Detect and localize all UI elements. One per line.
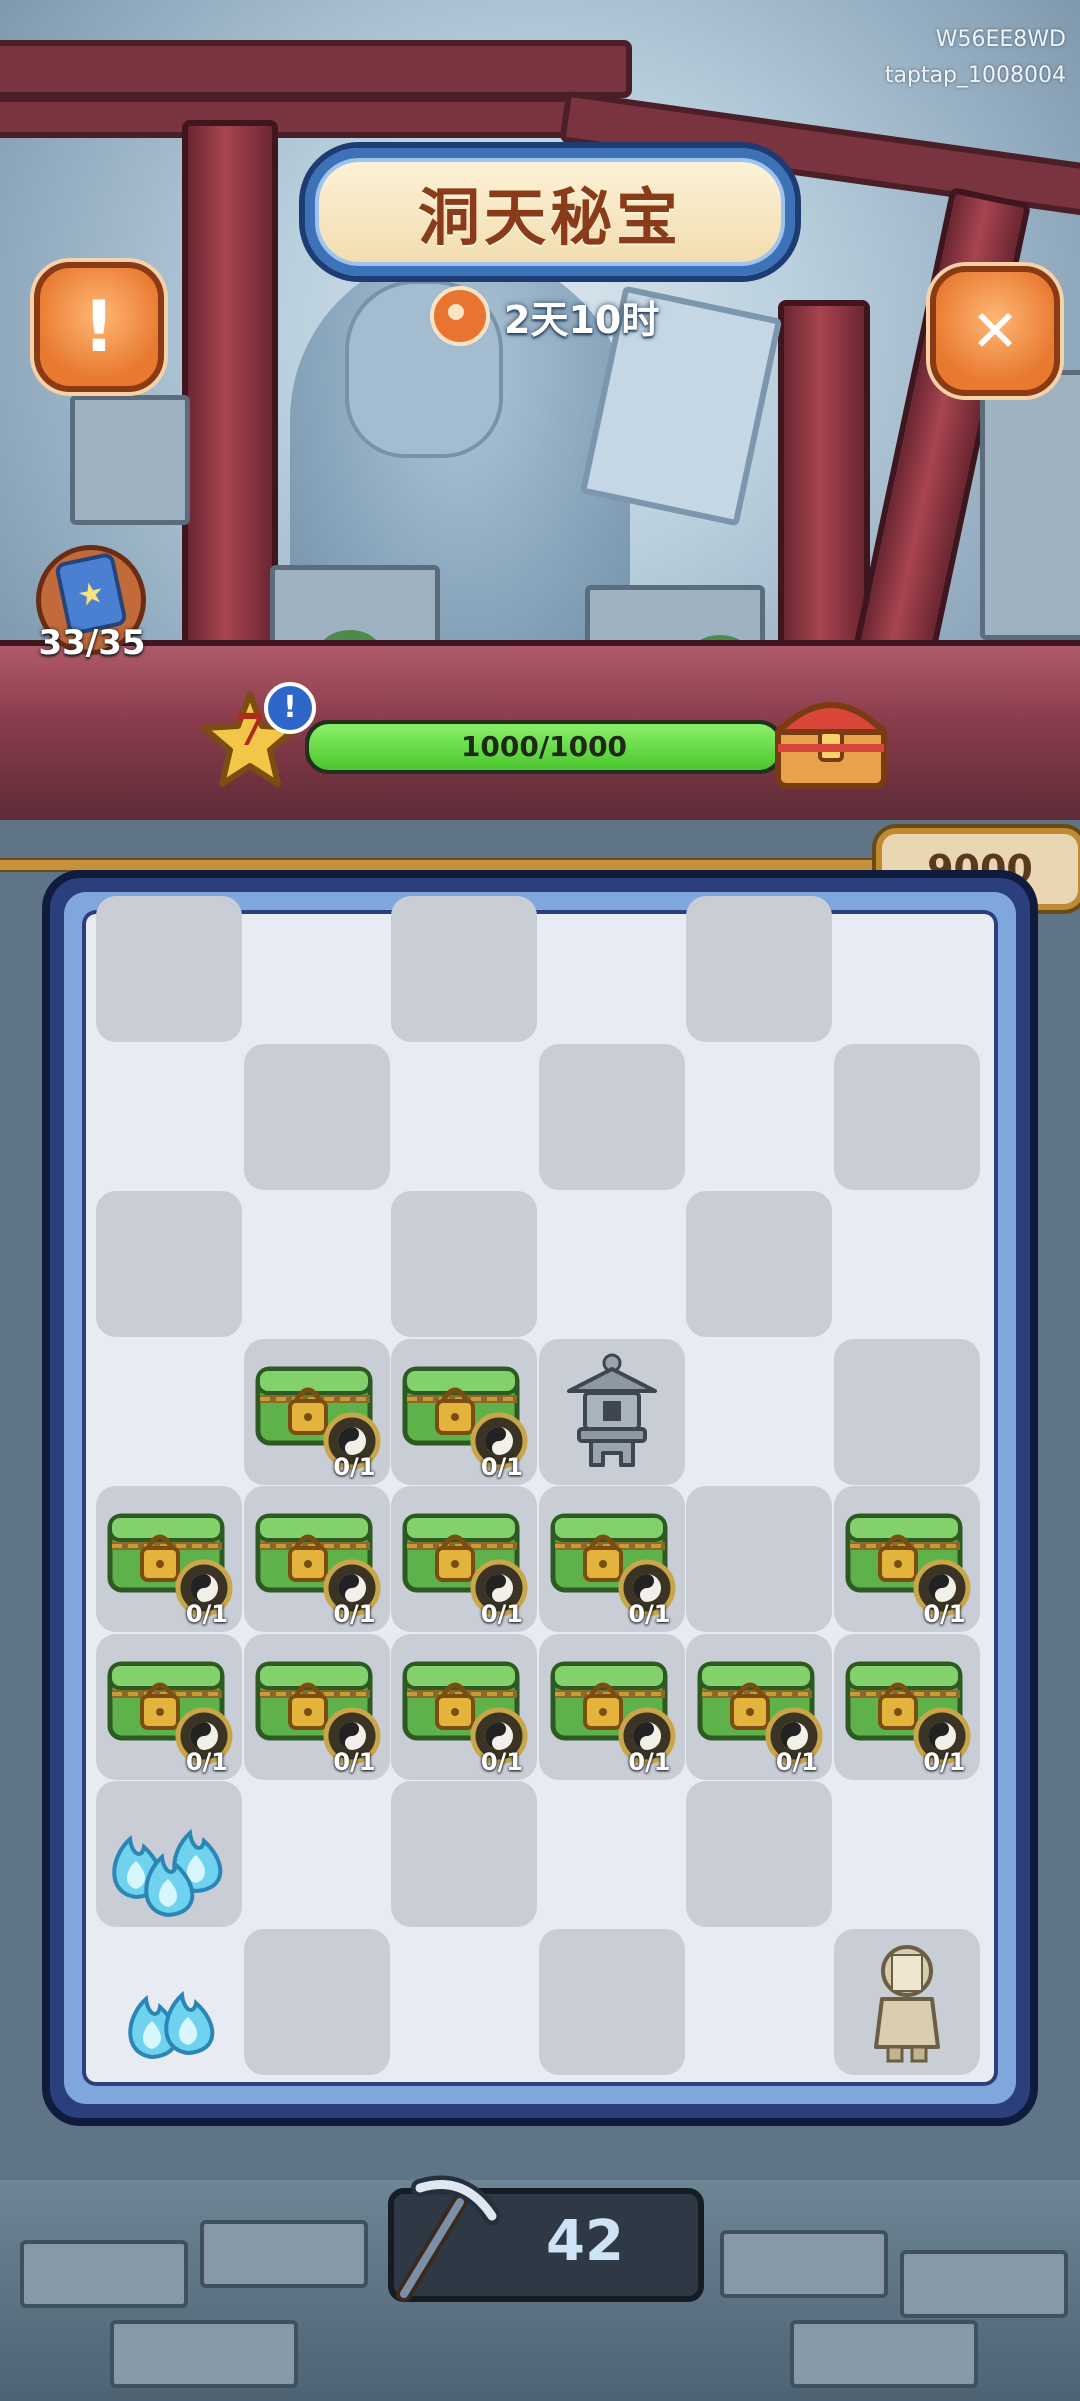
chest-counter: 0/1 — [333, 1747, 376, 1776]
chest-counter: 0/1 — [333, 1600, 376, 1628]
chest-counter: 0/1 — [185, 1600, 228, 1628]
board-cell-covered[interactable] — [96, 896, 242, 1042]
board-cell-locked-chest[interactable]: 0/1 — [243, 1633, 390, 1780]
board-cell-covered[interactable] — [686, 896, 832, 1042]
board-cell-covered[interactable] — [538, 1928, 685, 2075]
stone-figure-icon — [873, 1944, 940, 2062]
chest-counter: 0/1 — [480, 1452, 523, 1481]
shrine-beam — [0, 40, 632, 98]
close-icon: ✕ — [970, 297, 1020, 365]
stone-lantern-icon — [566, 1353, 657, 1467]
board-cell-empty[interactable] — [244, 1191, 390, 1337]
chest-counter: 0/1 — [628, 1600, 671, 1628]
board-cell-empty[interactable] — [539, 896, 685, 1042]
board-cell-covered[interactable] — [243, 1043, 390, 1190]
board-cell-empty[interactable] — [391, 1929, 537, 2075]
board-cell-locked-chest[interactable]: 0/1 — [833, 1486, 980, 1632]
board-cell-empty[interactable] — [391, 1044, 537, 1190]
board-cell-covered[interactable] — [391, 896, 537, 1042]
treasure-chest-icon[interactable] — [768, 682, 894, 794]
board-cell-empty[interactable] — [686, 1044, 832, 1190]
board-cell-locked-chest[interactable]: 0/1 — [538, 1486, 685, 1632]
board-cell-covered[interactable] — [686, 1781, 832, 1927]
wall-brick — [790, 2320, 978, 2388]
progress-bar: 1000/1000 — [305, 720, 783, 774]
progress-label: 1000/1000 — [460, 730, 628, 763]
blue-flames-icon — [128, 1990, 215, 2059]
board-cell-locked-chest[interactable]: 0/1 — [833, 1633, 980, 1780]
wall-brick — [20, 2240, 188, 2308]
board-cell-empty[interactable] — [96, 1339, 242, 1485]
board-cell-locked-chest[interactable]: 0/1 — [686, 1633, 832, 1780]
wall-brick — [110, 2320, 298, 2388]
close-button[interactable]: ✕ — [930, 266, 1060, 396]
board-cell-covered[interactable] — [686, 1486, 832, 1632]
pickaxe-icon — [396, 2175, 500, 2302]
title-banner: 洞天秘宝 — [305, 148, 795, 276]
board-cell-covered[interactable] — [833, 1338, 980, 1485]
watermark-line-1: W56EE8WD — [935, 27, 1066, 52]
chest-counter: 0/1 — [333, 1452, 376, 1481]
watermark-line-2: taptap_1008004 — [884, 63, 1066, 88]
board-cell-empty[interactable] — [834, 1781, 980, 1927]
watermark: W56EE8WD taptap_1008004 — [885, 22, 1066, 94]
board-cell-locked-chest[interactable]: 0/1 — [538, 1633, 685, 1780]
board-cell-covered[interactable] — [538, 1043, 685, 1190]
timer-text: 2天10时 — [504, 297, 660, 342]
chest-counter: 0/1 — [923, 1747, 966, 1776]
info-button[interactable]: ! — [34, 262, 164, 392]
collection-count: 33/35 — [38, 623, 146, 663]
wall-brick — [720, 2230, 888, 2298]
chest-counter: 0/1 — [923, 1600, 966, 1628]
board-cell-blue-flames-2[interactable] — [96, 1929, 242, 2075]
clock-icon — [430, 286, 490, 346]
board-cell-empty[interactable] — [834, 1191, 980, 1337]
board-cell-locked-chest[interactable]: 0/1 — [96, 1486, 242, 1632]
board-cell-locked-chest[interactable]: 0/1 — [391, 1486, 537, 1632]
exclamation-icon: ! — [83, 286, 115, 368]
chest-counter: 0/1 — [628, 1747, 671, 1776]
board-cell-locked-chest[interactable]: 0/1 — [391, 1633, 537, 1780]
chest-counter: 0/1 — [480, 1600, 523, 1628]
collection-badge[interactable]: ★ 33/35 — [28, 545, 148, 665]
board-cell-stone-figure[interactable] — [833, 1928, 980, 2075]
chest-counter: 0/1 — [775, 1747, 818, 1776]
blue-flames-icon — [112, 1828, 223, 1918]
chest-counter: 0/1 — [480, 1747, 523, 1776]
board-cell-lantern[interactable] — [538, 1338, 685, 1485]
board-cell-empty[interactable] — [834, 896, 980, 1042]
pickaxe-count: 42 — [546, 2209, 624, 2274]
board-cell-covered[interactable] — [391, 1191, 537, 1337]
board-cell-covered[interactable] — [686, 1191, 832, 1337]
shrine-beam — [0, 96, 612, 138]
board-cell-covered[interactable] — [391, 1781, 537, 1927]
score-ribbon — [0, 858, 880, 872]
board-cell-locked-chest[interactable]: 0/1 — [243, 1486, 390, 1632]
board-cell-empty[interactable] — [539, 1191, 685, 1337]
shrine-pillar-left — [182, 120, 278, 662]
board-cell-covered[interactable] — [833, 1043, 980, 1190]
board-cell-empty[interactable] — [244, 896, 390, 1042]
board-cell-empty[interactable] — [686, 1339, 832, 1485]
board-cell-covered[interactable] — [96, 1191, 242, 1337]
wall-rubble — [70, 395, 190, 525]
event-timer: 2天10时 — [430, 286, 660, 346]
scene-background — [0, 0, 1080, 820]
page-title: 洞天秘宝 — [417, 181, 682, 254]
wall-brick — [900, 2250, 1068, 2318]
board-cell-covered[interactable] — [243, 1928, 390, 2075]
board-cell-empty[interactable] — [539, 1781, 685, 1927]
chest-counter: 0/1 — [185, 1747, 228, 1776]
board-cell-blue-flames-3[interactable] — [96, 1781, 242, 1927]
board-cell-empty[interactable] — [96, 1044, 242, 1190]
wall-brick — [200, 2220, 368, 2288]
board-cell-locked-chest[interactable]: 0/1 — [96, 1633, 242, 1780]
board-cell-locked-chest[interactable]: 0/1 — [243, 1338, 390, 1485]
board-cell-empty[interactable] — [686, 1929, 832, 2075]
wall-rubble — [980, 370, 1080, 640]
shrine-pillar-right — [778, 300, 870, 662]
board-cell-empty[interactable] — [244, 1781, 390, 1927]
board-cell-locked-chest[interactable]: 0/1 — [391, 1338, 537, 1485]
